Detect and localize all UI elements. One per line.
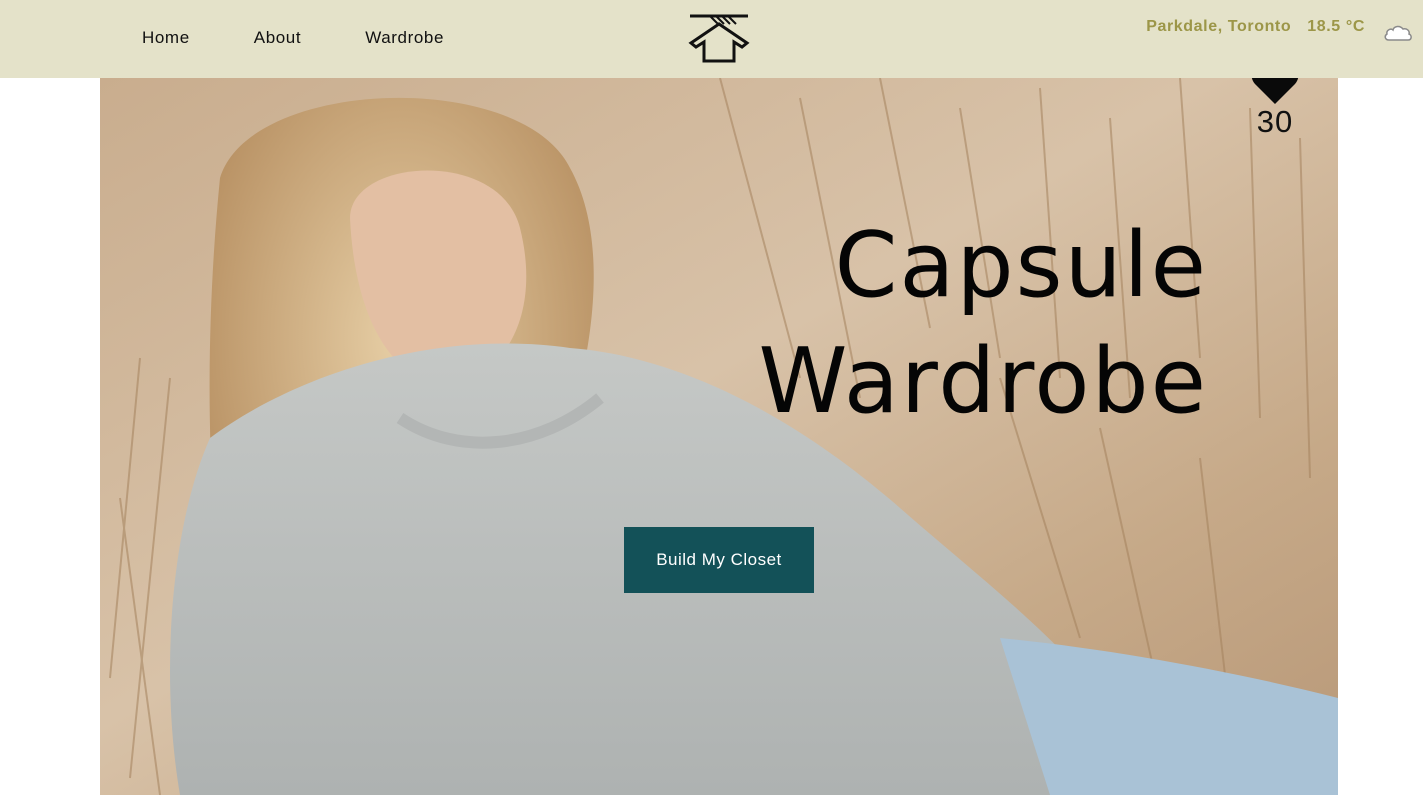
weather-location: Parkdale, Toronto 18.5 °C	[1146, 18, 1365, 36]
hero-title-line-2: Wardrobe	[758, 329, 1208, 434]
hero-title-line-1: Capsule	[834, 213, 1208, 318]
heart-icon[interactable]	[1250, 78, 1300, 106]
nav-about-link[interactable]: About	[254, 28, 301, 48]
hanger-shirt-icon[interactable]	[688, 13, 750, 63]
location-label: Parkdale, Toronto	[1146, 18, 1292, 35]
hero-title: Capsule Wardrobe	[758, 208, 1208, 440]
cloud-icon	[1383, 22, 1413, 44]
nav-wardrobe-link[interactable]: Wardrobe	[365, 28, 444, 48]
favorites-count: 30	[1256, 104, 1294, 139]
hero-section: 30 Capsule Wardrobe Build My Closet	[100, 78, 1338, 795]
build-my-closet-button[interactable]: Build My Closet	[624, 527, 814, 593]
main-nav: Home About Wardrobe	[142, 28, 508, 48]
nav-home-link[interactable]: Home	[142, 28, 190, 48]
favorites-counter[interactable]: 30	[1248, 78, 1302, 138]
top-navbar: Home About Wardrobe Parkdale, Toronto 18…	[0, 0, 1423, 78]
temperature-label: 18.5 °C	[1307, 18, 1365, 35]
